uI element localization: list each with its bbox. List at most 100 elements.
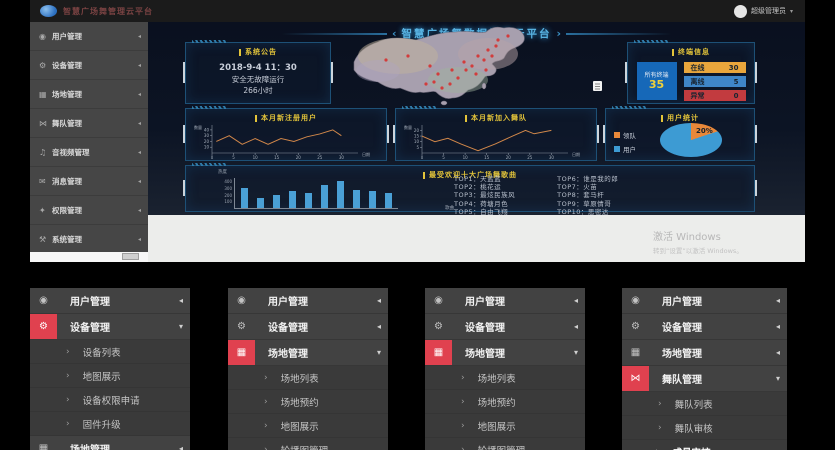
song-list-left: TOP1：天蓝蓝TOP2：桃花运TOP3：最炫民族风TOP4：荷塘月色TOP5：… [454, 175, 515, 215]
axis-tick-label: 200 [220, 193, 232, 198]
arrow-right-icon: › [461, 373, 465, 383]
terminal-status-row: 离线5 [684, 76, 746, 87]
submenu-item[interactable]: ›轮播图管理 [425, 438, 585, 450]
submenu-item[interactable]: ›舞队列表 [622, 392, 787, 416]
map-dot [462, 60, 465, 63]
user-menu[interactable]: 超级管理员 ▾ [734, 0, 793, 22]
line-series [216, 130, 341, 144]
arrow-right-icon: › [461, 421, 465, 431]
submenu-item-label: 成员审核 [673, 445, 711, 450]
song-ranking-item: TOP1：天蓝蓝 [454, 175, 515, 183]
submenu-item[interactable]: ›场地列表 [228, 366, 388, 390]
map-dot [486, 48, 489, 51]
menu-panel-venue-a: ◉用户管理◂⚙设备管理◂▦场地管理▾›场地列表›场地预约›地图展示›轮播图管理 [228, 288, 388, 450]
horizontal-scrollbar[interactable] [30, 252, 148, 262]
sidebar-item-8[interactable]: ⚒系统管理◂ [30, 225, 148, 254]
axis-tick-label: 400 [220, 179, 232, 184]
axis-label: 30 [339, 155, 345, 160]
menu-item[interactable]: ▦场地管理▾ [228, 340, 388, 366]
terminal-status-value: 5 [734, 78, 739, 86]
menu-item[interactable]: ▦场地管理◂ [30, 436, 190, 450]
sidebar-item-4[interactable]: ⋈舞队管理◂ [30, 109, 148, 138]
map-dot [384, 58, 387, 61]
submenu-item-label: 设备权限申请 [83, 393, 140, 407]
axis-label: 20 [204, 139, 210, 144]
map-region [428, 67, 488, 93]
sidebar-item-label: 场地管理 [52, 89, 138, 100]
submenu-item[interactable]: ›场地预约 [425, 390, 585, 414]
map-taiwan [482, 83, 486, 89]
chevron-down-icon: ▾ [179, 322, 190, 331]
song-ranking-item: TOP9：草原情哥 [557, 200, 618, 208]
legend-label: 用户 [623, 144, 636, 154]
user-name: 超级管理员 [751, 6, 786, 16]
map-dot [456, 76, 459, 79]
sidebar-item-6[interactable]: ✉消息管理◂ [30, 167, 148, 196]
menu-item[interactable]: ◉用户管理◂ [622, 288, 787, 314]
submenu-item[interactable]: ›场地预约 [228, 390, 388, 414]
map-control-icon[interactable] [593, 81, 602, 91]
dashboard: ‹ 智慧广场舞数据管理云平台 › 系统公告 2018-9-4 11：30 安全无… [148, 22, 805, 215]
submenu-item-label: 固件升级 [83, 417, 121, 431]
submenu-item[interactable]: ›轮播图管理 [228, 438, 388, 450]
sidebar-item-3[interactable]: ▦场地管理◂ [30, 80, 148, 109]
notice-datetime: 2018-9-4 11：30 [186, 62, 330, 74]
app-title: 智慧广场舞管理云平台 [63, 6, 153, 17]
top-songs-panel: 最受欢迎十大广场舞歌曲 热度 100200300400 歌曲 TOP1：天蓝蓝T… [185, 165, 755, 212]
sidebar-item-7[interactable]: ✦权限管理◂ [30, 196, 148, 225]
submenu-item[interactable]: › 成员审核 [622, 440, 787, 450]
submenu-item[interactable]: ›地图展示 [425, 414, 585, 438]
submenu-item-label: 舞队审核 [675, 421, 713, 435]
sidebar-item-label: 系统管理 [52, 234, 138, 245]
menu-item-label: 用户管理 [452, 293, 574, 308]
submenu-item[interactable]: ›地图展示 [30, 364, 190, 388]
sidebar-item-5[interactable]: ♫音视频管理◂ [30, 138, 148, 167]
song-ranking-item: TOP5：自由飞翔 [454, 208, 515, 215]
panel-decoration [192, 163, 226, 166]
axis-label: 20 [296, 155, 302, 160]
submenu-item[interactable]: ›固件升级 [30, 412, 190, 436]
chevron-left-icon: ◂ [138, 91, 141, 98]
user-icon: ◉ [30, 288, 57, 313]
menu-item[interactable]: ⚙设备管理◂ [425, 314, 585, 340]
chevron-down-icon: ▾ [776, 374, 787, 383]
menu-item[interactable]: ⋈舞队管理▾ [622, 366, 787, 392]
axis-tick-label: 300 [220, 186, 232, 191]
sidebar-item-1[interactable]: ◉用户管理◂ [30, 22, 148, 51]
watermark-line: 转到“设置”以激活 Windows。 [653, 245, 743, 255]
arrow-right-icon: › [264, 421, 268, 431]
menu-item-label: 设备管理 [649, 319, 776, 334]
axis-label: 数量 [194, 124, 202, 130]
scrollbar-thumb[interactable] [122, 253, 139, 260]
menu-item-label: 用户管理 [649, 293, 776, 308]
menu-item[interactable]: ◉用户管理◂ [425, 288, 585, 314]
arrow-right-icon: › [658, 399, 662, 409]
submenu-item-label: 场地列表 [281, 371, 319, 385]
menu-item[interactable]: ◉用户管理◂ [30, 288, 190, 314]
menu-item[interactable]: ⚙设备管理◂ [622, 314, 787, 340]
submenu-item[interactable]: ›舞队审核 [622, 416, 787, 440]
submenu-item[interactable]: ›场地列表 [425, 366, 585, 390]
grid-icon: ▦ [30, 436, 57, 450]
map-region [458, 38, 518, 70]
menu-item[interactable]: ⚙设备管理◂ [228, 314, 388, 340]
menu-item[interactable]: ◉用户管理◂ [228, 288, 388, 314]
axis-label: 20 [506, 155, 512, 160]
menu-item-label: 场地管理 [649, 345, 776, 360]
chevron-left-icon: ◂ [377, 296, 388, 305]
axis-label: 5 [416, 145, 419, 150]
submenu-item[interactable]: ›设备列表 [30, 340, 190, 364]
sidebar-item-2[interactable]: ⚙设备管理◂ [30, 51, 148, 80]
menu-panel-team: ◉用户管理◂⚙设备管理◂▦场地管理◂⋈舞队管理▾›舞队列表›舞队审核›成员审核 [622, 288, 787, 450]
line-chart: 5101520051015202530数量日期 [402, 121, 588, 161]
arrow-right-icon: › [655, 445, 660, 450]
axis-label: 10 [253, 155, 259, 160]
bar [369, 191, 376, 208]
arrow-right-icon: › [66, 347, 70, 357]
menu-item[interactable]: ▦场地管理▾ [425, 340, 585, 366]
terminal-status-rows: 在线30离线5异常0 [684, 62, 746, 101]
submenu-item[interactable]: ›设备权限申请 [30, 388, 190, 412]
menu-item[interactable]: ⚙设备管理▾ [30, 314, 190, 340]
menu-item[interactable]: ▦场地管理◂ [622, 340, 787, 366]
submenu-item[interactable]: ›地图展示 [228, 414, 388, 438]
